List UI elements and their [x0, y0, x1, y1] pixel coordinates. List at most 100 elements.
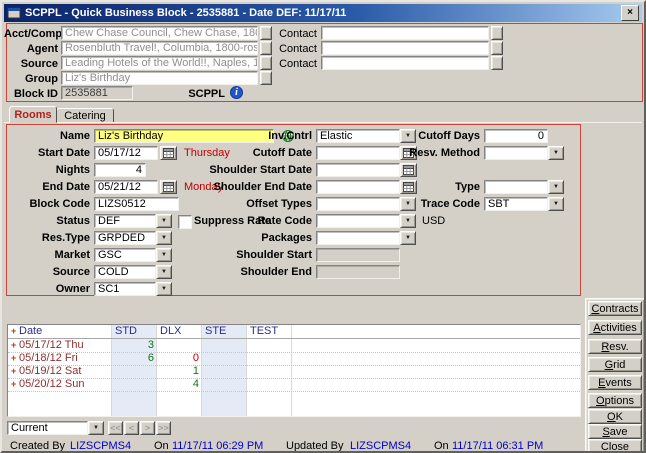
group-field[interactable]: Liz's Birthday [61, 71, 258, 85]
close-icon[interactable]: × [621, 5, 639, 21]
view-selector-field[interactable]: Current [7, 421, 88, 435]
options-button[interactable]: Options [588, 393, 642, 408]
tab-strip-line [4, 122, 642, 123]
grid-row[interactable]: + 05/18/12 Fri 6 0 [8, 352, 580, 366]
info-icon[interactable]: i [230, 86, 243, 99]
updated-on-label: On [434, 439, 449, 453]
group-label: Group [4, 72, 58, 86]
updated-label: Updated By [286, 439, 343, 453]
grid-row-date: 05/19/12 Sat [19, 365, 81, 378]
contact-label-1: Contact [272, 27, 317, 41]
owner-dropdown-icon[interactable]: ▼ [156, 282, 172, 296]
grid-col-ste[interactable]: STE [205, 325, 226, 338]
resv-button[interactable]: Resv. [588, 339, 642, 354]
resv-method-dropdown-icon[interactable]: ▼ [548, 146, 564, 160]
trace-code-dropdown-icon[interactable]: ▼ [548, 197, 564, 211]
tab-catering[interactable]: Catering [56, 108, 114, 123]
source-field[interactable]: COLD [94, 265, 156, 279]
contact-field-2[interactable] [321, 41, 489, 55]
status-field[interactable]: DEF [94, 214, 156, 228]
market-field[interactable]: GSC [94, 248, 156, 262]
view-selector-dropdown-icon[interactable]: ▼ [88, 421, 104, 435]
window-title: SCPPL - Quick Business Block - 2535881 -… [25, 7, 617, 19]
nav-prev-button[interactable]: < [124, 421, 139, 435]
end-date-label: End Date [6, 180, 90, 194]
contact-lookup-button-3[interactable] [491, 56, 503, 70]
grid-cell-dlx[interactable]: 0 [157, 352, 199, 365]
group-lookup-button[interactable] [260, 71, 272, 85]
cutoff-days-field[interactable]: 0 [484, 129, 548, 143]
contact-field-1[interactable] [321, 26, 489, 40]
source-lookup-button[interactable] [260, 56, 272, 70]
grid-row[interactable]: + 05/20/12 Sun 4 [8, 378, 580, 392]
activities-button[interactable]: Activities [588, 320, 642, 335]
contact-field-3[interactable] [321, 56, 489, 70]
close-button[interactable]: Close [588, 439, 642, 453]
app-icon [7, 6, 21, 20]
nav-next-button[interactable]: > [140, 421, 155, 435]
agent-lookup-button[interactable] [260, 41, 272, 55]
shoulder-start-date-field[interactable] [316, 163, 400, 177]
start-date-field[interactable]: 05/17/12 [94, 146, 158, 160]
grid-col-date[interactable]: Date [19, 325, 42, 338]
grid-col-test[interactable]: TEST [250, 325, 278, 338]
rate-code-field[interactable] [316, 214, 400, 228]
packages-dropdown-icon[interactable]: ▼ [400, 231, 416, 245]
owner-field[interactable]: SC1 [94, 282, 156, 296]
room-grid: + Date STD DLX STE TEST + 05/17/12 Thu 3… [7, 324, 581, 417]
acct-comp-lookup-button[interactable] [260, 26, 272, 40]
grid-cell-dlx[interactable]: 1 [157, 365, 199, 378]
shoulder-start-date-calendar-button[interactable] [400, 163, 417, 177]
resv-method-field[interactable] [484, 146, 548, 160]
end-date-field[interactable]: 05/21/12 [94, 180, 158, 194]
type-field[interactable] [484, 180, 548, 194]
status-dropdown-icon[interactable]: ▼ [156, 214, 172, 228]
created-by: LIZSCPMS4 [70, 439, 131, 453]
acct-comp-label: Acct/Comp [4, 27, 58, 41]
title-bar[interactable]: SCPPL - Quick Business Block - 2535881 -… [4, 4, 642, 22]
contact-label-2: Contact [272, 42, 317, 56]
packages-field[interactable] [316, 231, 400, 245]
grid-cell-std[interactable]: 6 [112, 352, 154, 365]
created-on: 11/17/11 06:29 PM [172, 439, 263, 453]
created-on-label: On [154, 439, 169, 453]
tab-rooms[interactable]: Rooms [9, 106, 57, 123]
events-button[interactable]: Events [588, 375, 642, 390]
nav-last-button[interactable]: >> [156, 421, 171, 435]
nights-field[interactable]: 4 [94, 163, 146, 177]
nights-label: Nights [6, 163, 90, 177]
contracts-button[interactable]: Contracts [588, 301, 642, 316]
contact-lookup-button-1[interactable] [491, 26, 503, 40]
row-marker-icon: + [11, 339, 16, 352]
contact-lookup-button-2[interactable] [491, 41, 503, 55]
agent-field[interactable]: Rosenbluth Travel!, Columbia, 1800-roser [61, 41, 258, 55]
type-dropdown-icon[interactable]: ▼ [548, 180, 564, 194]
suppress-rate-checkbox[interactable] [178, 215, 192, 229]
shoulder-end-field [316, 265, 400, 279]
save-button[interactable]: Save [588, 424, 642, 439]
acct-comp-field[interactable]: Chew Chase Council, Chew Chase, 1800 [61, 26, 258, 40]
block-id-label: Block ID [4, 87, 58, 101]
grid-button[interactable]: Grid [588, 357, 642, 372]
grid-row[interactable]: + 05/17/12 Thu 3 [8, 339, 580, 353]
res-type-field[interactable]: GRPDED [94, 231, 156, 245]
grid-cell-dlx[interactable]: 4 [157, 378, 199, 391]
status-bar: Created By LIZSCPMS4 On 11/17/11 06:29 P… [2, 439, 582, 453]
updated-on: 11/17/11 06:31 PM [452, 439, 543, 453]
source-label: Source [6, 265, 90, 279]
source-header-label: Source [4, 57, 58, 71]
row-marker-icon: + [11, 325, 16, 338]
agent-label: Agent [4, 42, 58, 56]
grid-cell-std[interactable]: 3 [112, 339, 154, 352]
grid-col-dlx[interactable]: DLX [160, 325, 181, 338]
source-header-field[interactable]: Leading Hotels of the World!!, Naples, 1… [61, 56, 258, 70]
trace-code-field[interactable]: SBT [484, 197, 548, 211]
rate-code-dropdown-icon[interactable]: ▼ [400, 214, 416, 228]
contact-label-3: Contact [272, 57, 317, 71]
block-code-label: Block Code [6, 197, 90, 211]
ok-button[interactable]: OK [588, 409, 642, 424]
grid-row[interactable]: + 05/19/12 Sat 1 [8, 365, 580, 379]
grid-col-std[interactable]: STD [115, 325, 137, 338]
nav-first-button[interactable]: << [108, 421, 123, 435]
type-label: Type [382, 180, 480, 194]
